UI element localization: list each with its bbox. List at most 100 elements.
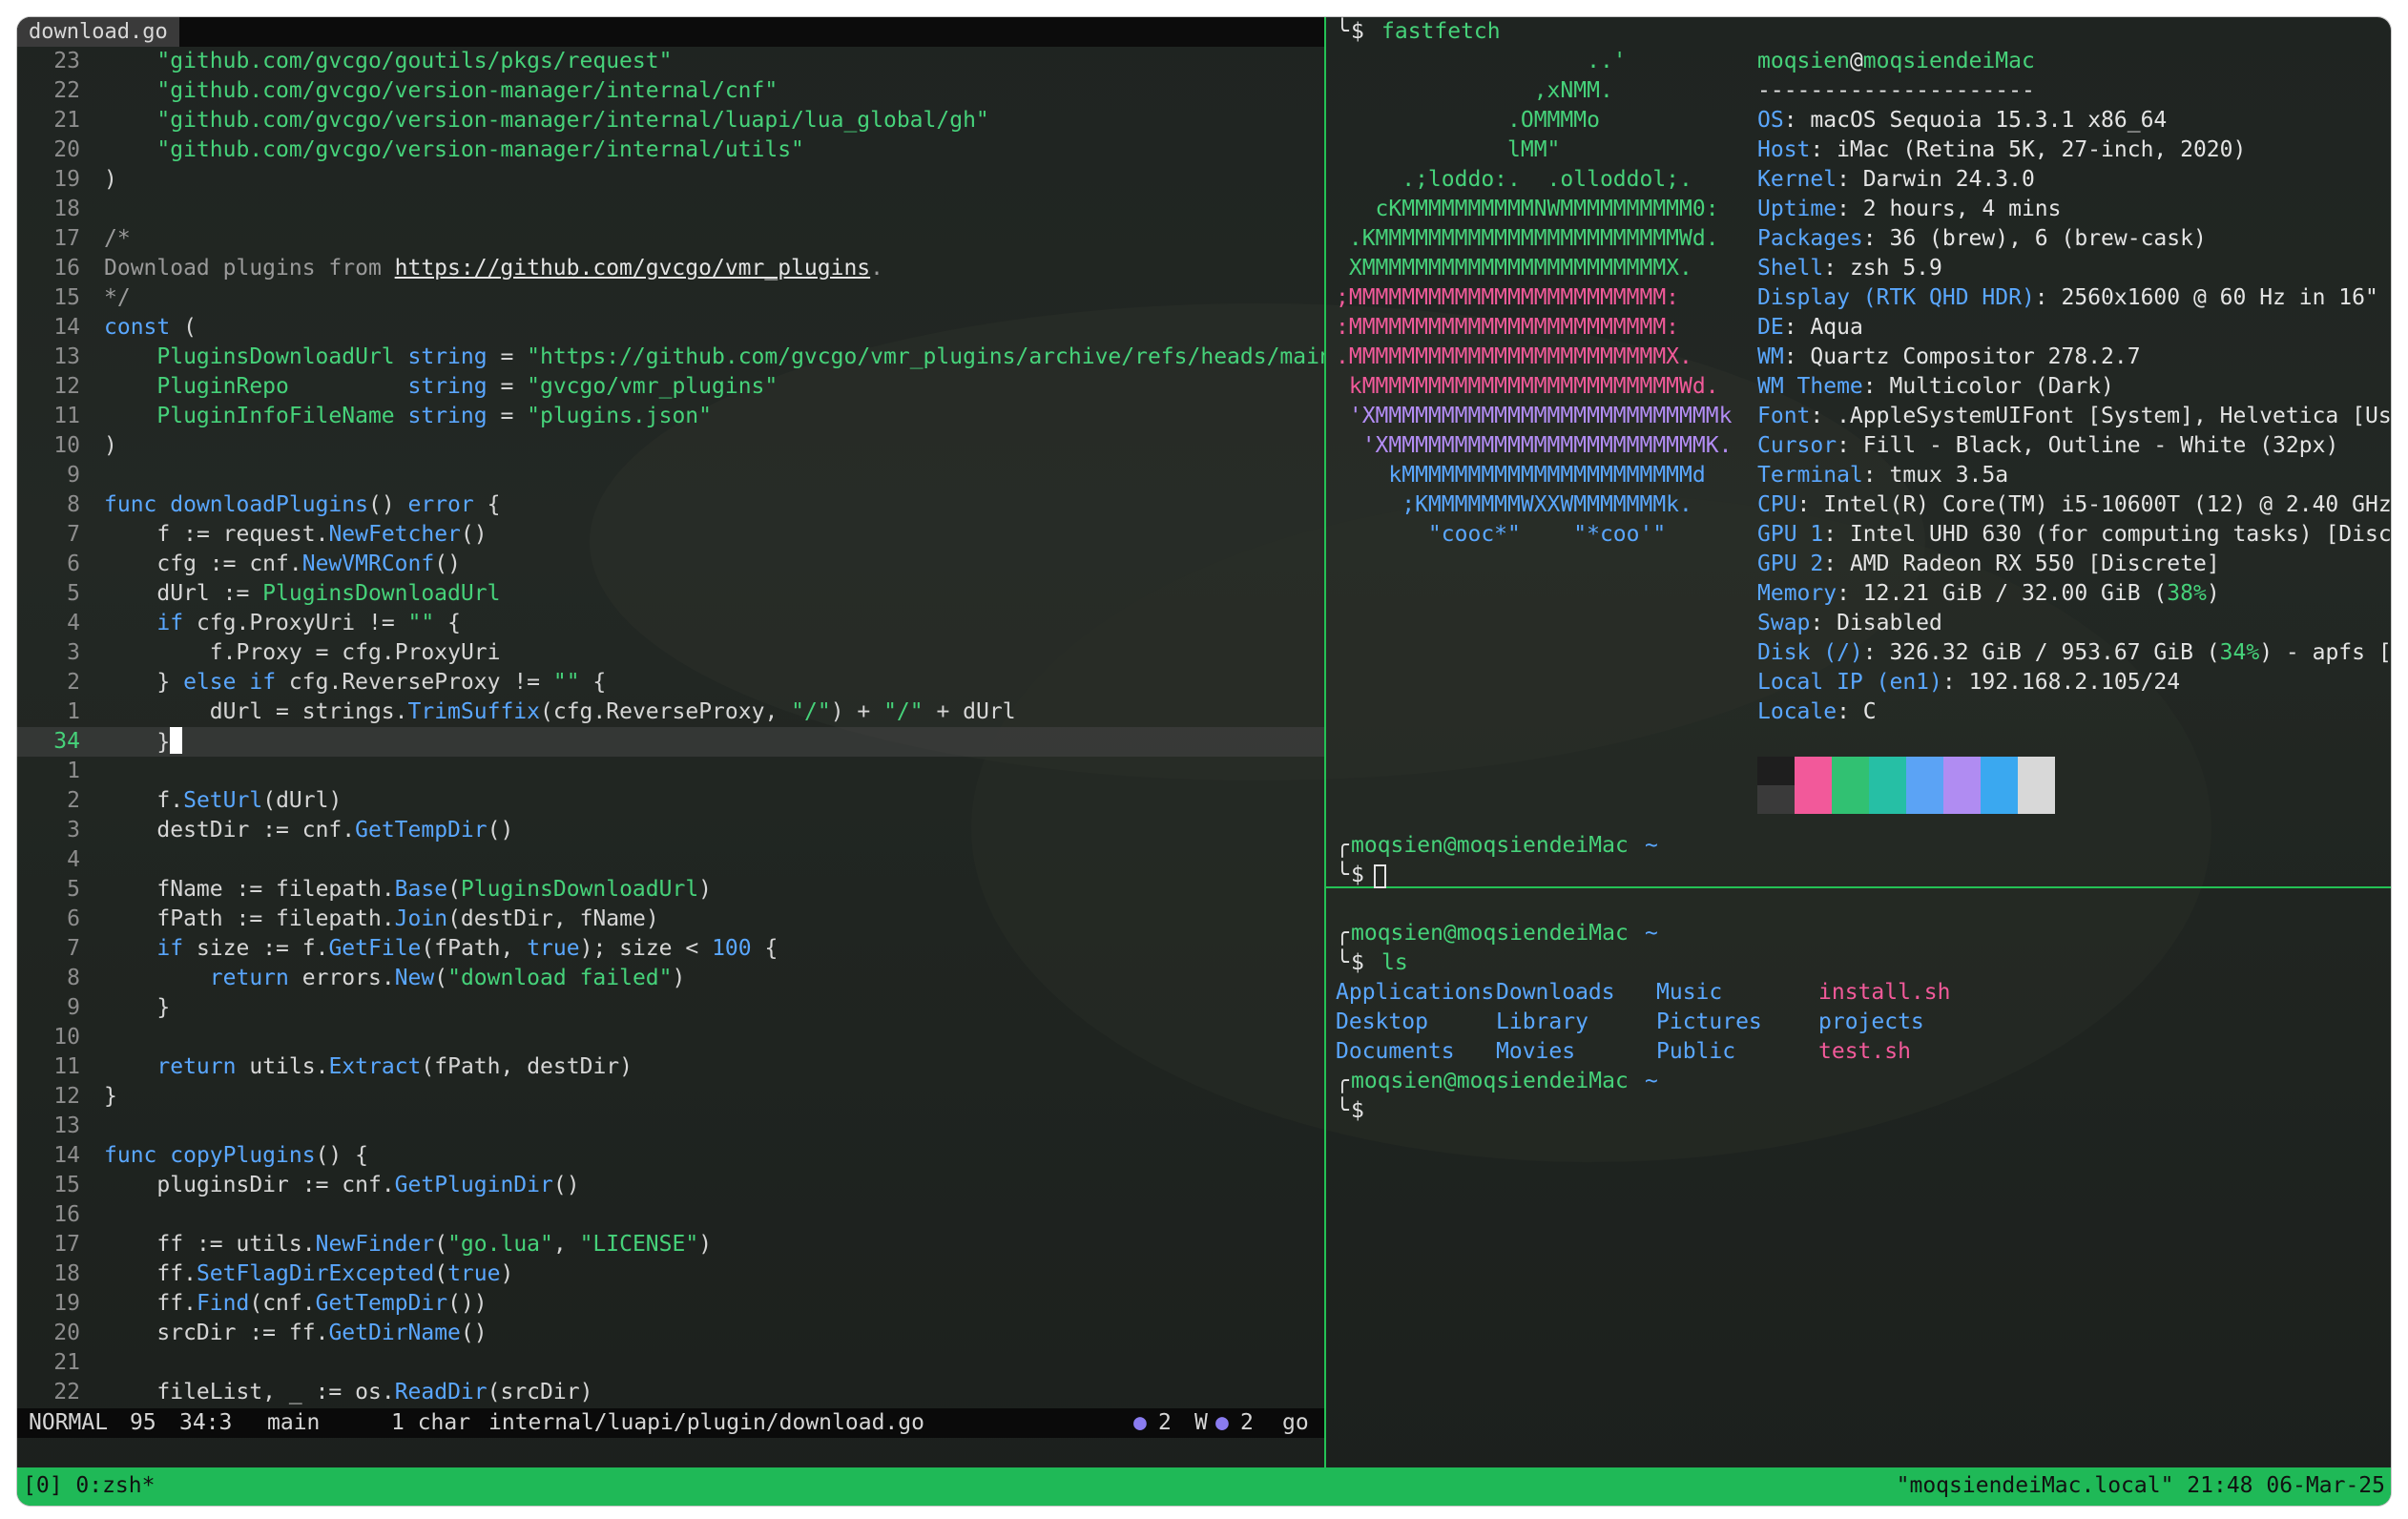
code-line[interactable]: 20 srcDir := ff.GetDirName() [17,1319,1324,1348]
info-row: Cursor: Fill - Black, Outline - White (3… [1757,431,2338,461]
code-line[interactable]: 21 "github.com/gvcgo/version-manager/int… [17,106,1324,135]
logo-line: XMMMMMMMMMMMMMMMMMMMMMMMX. [1336,256,1692,281]
code-text: "github.com/gvcgo/goutils/pkgs/request" [156,49,673,73]
pane-divider-horizontal[interactable] [1326,886,2391,888]
code-line[interactable]: 9 } [17,993,1324,1023]
code-line[interactable]: 22 fileList, _ := os.ReadDir(srcDir) [17,1378,1324,1407]
ls-entry[interactable]: install.sh [1818,978,1950,1008]
code-line[interactable]: 14 func copyPlugins() { [17,1141,1324,1171]
code-line[interactable]: 17 /* [17,224,1324,254]
code-line[interactable]: 9 [17,461,1324,490]
code-line[interactable]: 21 [17,1348,1324,1378]
code-view[interactable]: 2 3 "github.com/gvcgo/goutils/pkgs/reques… [17,47,1324,1407]
code-line[interactable]: 6 fPath := filepath.Join(destDir, fName) [17,905,1324,934]
code-line[interactable]: 6 cfg := cnf.NewVMRConf() [17,550,1324,579]
code-text: */ [104,285,131,310]
code-line[interactable]: 2 f.SetUrl(dUrl) [17,786,1324,816]
code-line[interactable]: 7 f := request.NewFetcher() [17,520,1324,550]
ls-entry[interactable]: Pictures [1656,1008,1762,1037]
code-line[interactable]: 1 [17,757,1324,786]
editor-pane[interactable]: download.go 2 3 "github.com/gvcgo/goutils… [17,17,1324,1467]
line-number: 21 [53,108,80,133]
code-line[interactable]: 23 "github.com/gvcgo/goutils/pkgs/reques… [17,47,1324,76]
code-line[interactable]: 1 dUrl = strings.TrimSuffix(cfg.ReverseP… [17,697,1324,727]
line-number: 14 [53,1143,80,1168]
code-line[interactable]: 10) [17,431,1324,461]
line-number: 21 [53,1350,80,1375]
prompt-symbol: $ [1351,19,1364,44]
code-line[interactable]: 14 const ( [17,313,1324,343]
tmux-window-list[interactable]: [0] 0:zsh* [23,1471,155,1501]
info-row: Memory: 12.21 GiB / 32.00 GiB (38%) [1757,579,2220,609]
line-number: 19 [53,167,80,192]
code-line[interactable]: 18 ff.SetFlagDirExcepted(true) [17,1259,1324,1289]
line-number: 6 [67,551,80,576]
code-text: } [104,995,171,1020]
editor-tab[interactable]: download.go [17,17,179,47]
code-line[interactable]: 11 return utils.Extract(fPath, destDir) [17,1052,1324,1082]
prompt-corner-icon: ╭ [1336,1069,1349,1093]
code-line[interactable]: 3 f.Proxy = cfg.ProxyUri [17,638,1324,668]
code-line[interactable]: 10 [17,1023,1324,1052]
logo-line: ;MMMMMMMMMMMMMMMMMMMMMMMM: [1336,285,1680,310]
ls-entry[interactable]: Library [1496,1008,1588,1037]
line-number: 2 [67,788,80,813]
code-line[interactable]: 12 PluginRepo string = "gvcgo/vmr_plugin… [17,372,1324,402]
code-line[interactable]: 18 [17,195,1324,224]
info-value: : Fill - Black, Outline - White (32px) [1837,433,2339,458]
code-line[interactable]: 16 Download plugins from https://github.c… [17,254,1324,283]
code-line[interactable]: 15 */ [17,283,1324,313]
code-line[interactable]: 17 ff := utils.NewFinder("go.lua", "LICE… [17,1230,1324,1259]
code-line[interactable]: 34 } [17,727,1324,757]
pane-divider-vertical[interactable] [1324,17,1326,1467]
info-row: OS: macOS Sequoia 15.3.1 x86_64 [1757,106,2167,135]
line-number: 6 [67,906,80,931]
ls-entry[interactable]: Downloads [1496,978,1615,1008]
line-number: 18 [53,1261,80,1286]
info-row: Locale: C [1757,697,1877,727]
code-text: } [104,1084,117,1109]
line-number: 3 [67,640,80,665]
info-row: Display (RTK QHD HDR): 2560x1600 @ 60 Hz… [1757,283,2391,313]
code-line[interactable]: 8 return errors.New("download failed") [17,964,1324,993]
code-line[interactable]: 4 if cfg.ProxyUri != "" { [17,609,1324,638]
code-line[interactable]: 7 if size := f.GetFile(fPath, true); siz… [17,934,1324,964]
info-key: Local IP (en1) [1757,670,1942,695]
line-number: 3 [67,818,80,843]
ls-entry[interactable]: test.sh [1818,1037,1911,1067]
line-number: 11 [53,404,80,428]
code-line[interactable]: 13 PluginsDownloadUrl string = "https://… [17,343,1324,372]
ls-entry[interactable]: Movies [1496,1037,1575,1067]
logo-line: .;loddo:. .olloddol;. [1336,167,1692,192]
ls-entry[interactable]: Documents [1336,1037,1455,1067]
code-line[interactable]: 19) [17,165,1324,195]
code-line[interactable]: 2 } else if cfg.ReverseProxy != "" { [17,668,1324,697]
code-line[interactable]: 13 [17,1112,1324,1141]
code-line[interactable]: 15 pluginsDir := cnf.GetPluginDir() [17,1171,1324,1200]
ls-entry[interactable]: Public [1656,1037,1735,1067]
palette-swatch [1795,757,1832,785]
ls-entry[interactable]: Music [1656,978,1722,1008]
code-line[interactable]: 3 destDir := cnf.GetTempDir() [17,816,1324,845]
code-line[interactable]: 5 dUrl := PluginsDownloadUrl [17,579,1324,609]
info-key: Cursor [1757,433,1837,458]
line-number: 8 [67,492,80,517]
ls-entry[interactable]: projects [1818,1008,1924,1037]
ls-entry[interactable]: Desktop [1336,1008,1428,1037]
code-text: if cfg.ProxyUri != "" { [156,611,461,635]
code-line[interactable]: 19 ff.Find(cnf.GetTempDir()) [17,1289,1324,1319]
code-line[interactable]: 4 [17,845,1324,875]
code-line[interactable]: 22 "github.com/gvcgo/version-manager/int… [17,76,1324,106]
code-line[interactable]: 11 PluginInfoFileName string = "plugins.… [17,402,1324,431]
line-number: 9 [67,463,80,488]
code-line[interactable]: 16 [17,1200,1324,1230]
ls-entry[interactable]: Applications [1336,978,1494,1008]
code-line[interactable]: 5 fName := filepath.Base(PluginsDownload… [17,875,1324,905]
info-row: CPU: Intel(R) Core(TM) i5-10600T (12) @ … [1757,490,2391,520]
diag-warnings: 2 [1240,1410,1254,1435]
prompt-symbol: $ [1351,863,1364,887]
code-line[interactable]: 12} [17,1082,1324,1112]
info-key: Locale [1757,699,1837,724]
code-line[interactable]: 20 "github.com/gvcgo/version-manager/int… [17,135,1324,165]
code-line[interactable]: 8 func downloadPlugins() error { [17,490,1324,520]
